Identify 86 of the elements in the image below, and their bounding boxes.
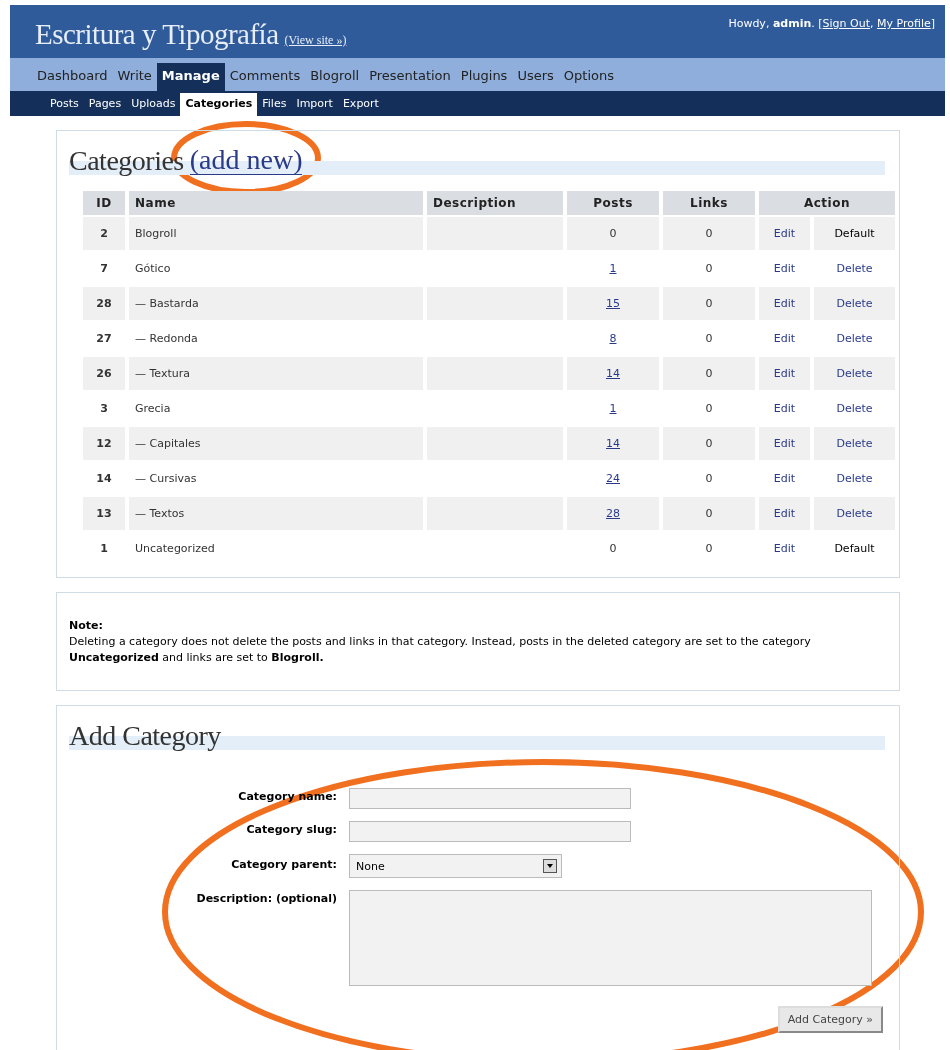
posts-count-link[interactable]: 1 bbox=[609, 402, 617, 415]
table-cell: — Capitales bbox=[129, 427, 423, 460]
posts-count-link[interactable]: 1 bbox=[609, 262, 617, 275]
table-cell: 0 bbox=[663, 287, 755, 320]
menu-item[interactable]: Write bbox=[112, 63, 157, 91]
edit-link[interactable]: Edit bbox=[773, 542, 796, 555]
edit-link[interactable]: Edit bbox=[773, 367, 796, 380]
note-heading: Note: bbox=[69, 619, 104, 632]
field-label: Description: (optional) bbox=[195, 891, 337, 907]
field-label: Category parent: bbox=[230, 857, 337, 873]
submenu-item[interactable]: Categories bbox=[180, 93, 258, 116]
table-cell: 2 bbox=[83, 217, 125, 250]
table-cell: 13 bbox=[83, 497, 125, 530]
column-header: Description bbox=[427, 191, 563, 215]
delete-link[interactable]: Delete bbox=[836, 437, 873, 450]
submenu-item[interactable]: Uploads bbox=[126, 93, 181, 116]
table-cell: — Textura bbox=[129, 357, 423, 390]
column-header: ID bbox=[83, 191, 125, 215]
menu-item[interactable]: Blogroll bbox=[305, 63, 365, 91]
delete-link[interactable]: Delete bbox=[836, 507, 873, 520]
panel-title: Categories bbox=[69, 147, 184, 175]
edit-link[interactable]: Edit bbox=[773, 437, 796, 450]
user-greeting: Howdy, admin. [ bbox=[728, 17, 823, 30]
delete-link[interactable]: Delete bbox=[836, 472, 873, 485]
delete-link[interactable]: Delete bbox=[836, 332, 873, 345]
menu-item[interactable]: Manage bbox=[156, 63, 225, 91]
sign-out-link[interactable]: Sign Out bbox=[822, 17, 870, 30]
note-text: Deleting a category does not delete the posts and links in that category. Instead, posts in the deleted category are set to the category Uncategorized and links are set to Blogroll. bbox=[69, 634, 812, 666]
table-cell: Default bbox=[814, 217, 895, 250]
add-category-button[interactable]: Add Category » bbox=[777, 1006, 883, 1033]
posts-count-link[interactable]: 28 bbox=[606, 507, 620, 520]
edit-link[interactable]: Edit bbox=[773, 402, 796, 415]
description-field[interactable] bbox=[349, 890, 872, 986]
delete-link[interactable]: Delete bbox=[836, 367, 873, 380]
table-cell: 12 bbox=[83, 427, 125, 460]
menu-item[interactable]: Presentation bbox=[364, 63, 456, 91]
dropdown[interactable]: None bbox=[349, 854, 562, 878]
bracket-text: ] bbox=[930, 17, 935, 30]
posts-count-link[interactable]: 24 bbox=[606, 472, 620, 485]
column-header: Action bbox=[759, 191, 895, 215]
edit-link[interactable]: Edit bbox=[773, 507, 796, 520]
posts-count-link[interactable]: 14 bbox=[606, 437, 620, 450]
add-new-link[interactable]: (add new) bbox=[189, 146, 303, 175]
edit-link[interactable]: Edit bbox=[773, 472, 796, 485]
table-cell: 28 bbox=[83, 287, 125, 320]
menu-item[interactable]: Comments bbox=[224, 63, 306, 91]
menu-item[interactable]: Users bbox=[512, 63, 559, 91]
posts-count-link[interactable]: 15 bbox=[606, 297, 620, 310]
edit-link[interactable]: Edit bbox=[773, 297, 796, 310]
view-site-link[interactable]: (View site ») bbox=[284, 33, 347, 47]
text-field[interactable] bbox=[349, 788, 631, 809]
edit-link[interactable]: Edit bbox=[773, 262, 796, 275]
table-cell: Blogroll bbox=[129, 217, 423, 250]
edit-link[interactable]: Edit bbox=[773, 227, 796, 240]
column-header: Name bbox=[129, 191, 423, 215]
field-label: Category slug: bbox=[245, 822, 337, 838]
panel-title: Add Category bbox=[69, 722, 221, 750]
table-cell: 0 bbox=[663, 217, 755, 250]
submenu-item[interactable]: Export bbox=[337, 93, 384, 116]
table-cell: 0 bbox=[663, 357, 755, 390]
table-cell: 26 bbox=[83, 357, 125, 390]
menu-item[interactable]: Options bbox=[558, 63, 619, 91]
delete-link[interactable]: Delete bbox=[836, 402, 873, 415]
delete-link[interactable]: Delete bbox=[836, 262, 873, 275]
column-header: Posts bbox=[567, 191, 659, 215]
site-title: Escritura y Tipografía (View site ») bbox=[35, 18, 347, 52]
posts-count-link[interactable]: 14 bbox=[606, 367, 620, 380]
delete-link[interactable]: Delete bbox=[836, 297, 873, 310]
separator-text: , bbox=[870, 17, 874, 30]
column-header: Links bbox=[663, 191, 755, 215]
edit-link[interactable]: Edit bbox=[773, 332, 796, 345]
profile-link[interactable]: My Profile bbox=[877, 17, 931, 30]
submenu-item[interactable]: Files bbox=[257, 93, 292, 116]
submenu-item[interactable]: Import bbox=[291, 93, 338, 116]
table-cell: — Bastarda bbox=[129, 287, 423, 320]
table-cell: 0 bbox=[663, 427, 755, 460]
posts-count-link[interactable]: 8 bbox=[609, 332, 617, 345]
caret-icon bbox=[543, 859, 557, 873]
submenu-item[interactable]: Posts bbox=[45, 93, 84, 116]
menu-item[interactable]: Dashboard bbox=[32, 63, 113, 91]
menu-item[interactable]: Plugins bbox=[455, 63, 513, 91]
table-cell: — Textos bbox=[129, 497, 423, 530]
submenu-item[interactable]: Pages bbox=[83, 93, 127, 116]
table-cell: 0 bbox=[663, 497, 755, 530]
text-field[interactable] bbox=[349, 821, 631, 842]
table-cell: 0 bbox=[567, 217, 659, 250]
